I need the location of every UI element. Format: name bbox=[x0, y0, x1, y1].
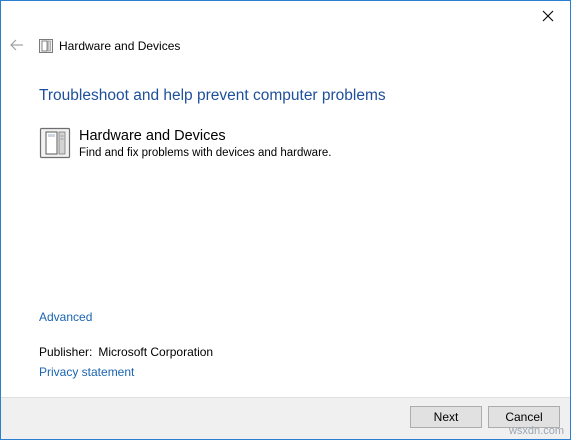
item-text: Hardware and Devices Find and fix proble… bbox=[79, 127, 332, 161]
back-arrow-icon bbox=[10, 39, 23, 51]
close-button[interactable] bbox=[526, 1, 570, 31]
watermark: wsxdn.com bbox=[508, 425, 564, 437]
item-description: Find and fix problems with devices and h… bbox=[79, 147, 332, 159]
footer-bar: Next Cancel wsxdn.com bbox=[1, 397, 570, 439]
next-button[interactable]: Next bbox=[410, 406, 482, 428]
privacy-statement-link[interactable]: Privacy statement bbox=[39, 365, 134, 379]
page-heading: Troubleshoot and help prevent computer p… bbox=[39, 87, 386, 104]
item-title: Hardware and Devices bbox=[79, 128, 226, 144]
publisher-row: Publisher: Microsoft Corporation bbox=[39, 345, 213, 359]
close-icon bbox=[542, 10, 554, 22]
troubleshooter-item: Hardware and Devices Find and fix proble… bbox=[39, 127, 332, 161]
hardware-devices-icon bbox=[39, 127, 71, 159]
header-title: Hardware and Devices bbox=[59, 39, 181, 53]
troubleshooter-window: Hardware and Devices Troubleshoot and he… bbox=[0, 0, 571, 440]
window-header: Hardware and Devices bbox=[38, 37, 180, 55]
publisher-label: Publisher: bbox=[39, 345, 93, 359]
advanced-link[interactable]: Advanced bbox=[39, 310, 92, 324]
publisher-value: Microsoft Corporation bbox=[98, 345, 214, 359]
back-button[interactable] bbox=[9, 37, 25, 53]
hardware-devices-icon bbox=[39, 39, 53, 53]
